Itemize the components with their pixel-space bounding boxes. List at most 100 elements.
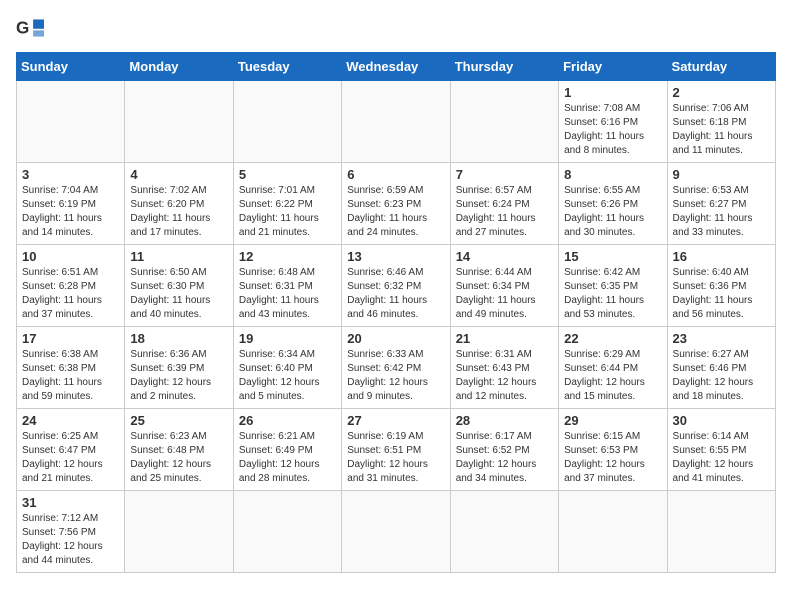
calendar-day-cell: 30Sunrise: 6:14 AM Sunset: 6:55 PM Dayli… — [667, 409, 775, 491]
day-of-week-header: Monday — [125, 53, 233, 81]
day-number: 28 — [456, 413, 553, 428]
day-info: Sunrise: 6:50 AM Sunset: 6:30 PM Dayligh… — [130, 266, 227, 322]
calendar-day-cell: 7 Sunrise: 6:57 AM Sunset: 6:24 PM Daylig… — [450, 163, 558, 245]
calendar-header-row: SundayMondayTuesdayWednesdayThursdayFrid… — [17, 53, 776, 81]
calendar-day-cell: 12 Sunrise: 6:48 AM Sunset: 6:31 PM Dayli… — [233, 245, 341, 327]
day-info: Sunrise: 6:40 AM Sunset: 6:36 PM Dayligh… — [673, 266, 770, 322]
logo-icon: G — [16, 16, 44, 40]
day-info: Sunrise: 7:04 AM Sunset: 6:19 PM Dayligh… — [22, 184, 119, 240]
day-info: Sunrise: 7:02 AM Sunset: 6:20 PM Dayligh… — [130, 184, 227, 240]
day-number: 21 — [456, 331, 553, 346]
calendar-day-cell: 13Sunrise: 6:46 AM Sunset: 6:32 PM Dayli… — [342, 245, 450, 327]
day-number: 12 — [239, 249, 336, 264]
calendar-day-cell: 23 Sunrise: 6:27 AM Sunset: 6:46 PM Dayli… — [667, 327, 775, 409]
day-number: 7 — [456, 167, 553, 182]
day-of-week-header: Wednesday — [342, 53, 450, 81]
day-number: 1 — [564, 85, 661, 100]
calendar-day-cell: 1 Sunrise: 7:08 AM Sunset: 6:16 PM Daylig… — [559, 81, 667, 163]
day-info: Sunrise: 6:57 AM Sunset: 6:24 PM Dayligh… — [456, 184, 553, 240]
day-info: Sunrise: 6:34 AM Sunset: 6:40 PM Dayligh… — [239, 348, 336, 404]
calendar-day-cell: 10 Sunrise: 6:51 AM Sunset: 6:28 PM Dayli… — [17, 245, 125, 327]
page-header: G — [16, 16, 776, 40]
day-number: 19 — [239, 331, 336, 346]
day-of-week-header: Sunday — [17, 53, 125, 81]
calendar-day-cell: 14Sunrise: 6:44 AM Sunset: 6:34 PM Dayli… — [450, 245, 558, 327]
day-info: Sunrise: 6:25 AM Sunset: 6:47 PM Dayligh… — [22, 430, 119, 486]
day-number: 6 — [347, 167, 444, 182]
calendar-day-cell: 16Sunrise: 6:40 AM Sunset: 6:36 PM Dayli… — [667, 245, 775, 327]
day-number: 8 — [564, 167, 661, 182]
day-of-week-header: Tuesday — [233, 53, 341, 81]
day-number: 26 — [239, 413, 336, 428]
day-info: Sunrise: 7:06 AM Sunset: 6:18 PM Dayligh… — [673, 102, 770, 158]
calendar-day-cell: 17 Sunrise: 6:38 AM Sunset: 6:38 PM Dayli… — [17, 327, 125, 409]
day-info: Sunrise: 6:46 AM Sunset: 6:32 PM Dayligh… — [347, 266, 444, 322]
day-number: 18 — [130, 331, 227, 346]
day-info: Sunrise: 6:55 AM Sunset: 6:26 PM Dayligh… — [564, 184, 661, 240]
calendar-day-cell: 11Sunrise: 6:50 AM Sunset: 6:30 PM Dayli… — [125, 245, 233, 327]
day-number: 17 — [22, 331, 119, 346]
day-number: 24 — [22, 413, 119, 428]
day-info: Sunrise: 7:01 AM Sunset: 6:22 PM Dayligh… — [239, 184, 336, 240]
day-info: Sunrise: 6:27 AM Sunset: 6:46 PM Dayligh… — [673, 348, 770, 404]
day-info: Sunrise: 6:38 AM Sunset: 6:38 PM Dayligh… — [22, 348, 119, 404]
day-info: Sunrise: 7:08 AM Sunset: 6:16 PM Dayligh… — [564, 102, 661, 158]
day-number: 5 — [239, 167, 336, 182]
calendar-day-cell — [342, 81, 450, 163]
calendar-day-cell: 26 Sunrise: 6:21 AM Sunset: 6:49 PM Dayli… — [233, 409, 341, 491]
calendar-table: SundayMondayTuesdayWednesdayThursdayFrid… — [16, 52, 776, 573]
day-info: Sunrise: 6:21 AM Sunset: 6:49 PM Dayligh… — [239, 430, 336, 486]
calendar-day-cell — [125, 81, 233, 163]
calendar-day-cell: 27Sunrise: 6:19 AM Sunset: 6:51 PM Dayli… — [342, 409, 450, 491]
day-number: 20 — [347, 331, 444, 346]
day-number: 3 — [22, 167, 119, 182]
day-info: Sunrise: 7:12 AM Sunset: 7:56 PM Dayligh… — [22, 512, 119, 568]
day-number: 10 — [22, 249, 119, 264]
day-info: Sunrise: 6:44 AM Sunset: 6:34 PM Dayligh… — [456, 266, 553, 322]
day-info: Sunrise: 6:33 AM Sunset: 6:42 PM Dayligh… — [347, 348, 444, 404]
calendar-day-cell: 4 Sunrise: 7:02 AM Sunset: 6:20 PM Daylig… — [125, 163, 233, 245]
calendar-day-cell: 15Sunrise: 6:42 AM Sunset: 6:35 PM Dayli… — [559, 245, 667, 327]
day-of-week-header: Saturday — [667, 53, 775, 81]
svg-text:G: G — [16, 18, 29, 37]
day-info: Sunrise: 6:53 AM Sunset: 6:27 PM Dayligh… — [673, 184, 770, 240]
day-info: Sunrise: 6:23 AM Sunset: 6:48 PM Dayligh… — [130, 430, 227, 486]
calendar-day-cell — [17, 81, 125, 163]
calendar-week-row: 3 Sunrise: 7:04 AM Sunset: 6:19 PM Daylig… — [17, 163, 776, 245]
day-info: Sunrise: 6:51 AM Sunset: 6:28 PM Dayligh… — [22, 266, 119, 322]
calendar-day-cell: 31 Sunrise: 7:12 AM Sunset: 7:56 PM Dayli… — [17, 491, 125, 573]
day-info: Sunrise: 6:17 AM Sunset: 6:52 PM Dayligh… — [456, 430, 553, 486]
logo: G — [16, 16, 48, 40]
day-info: Sunrise: 6:48 AM Sunset: 6:31 PM Dayligh… — [239, 266, 336, 322]
calendar-day-cell: 19 Sunrise: 6:34 AM Sunset: 6:40 PM Dayli… — [233, 327, 341, 409]
calendar-day-cell — [125, 491, 233, 573]
day-info: Sunrise: 6:42 AM Sunset: 6:35 PM Dayligh… — [564, 266, 661, 322]
day-number: 22 — [564, 331, 661, 346]
day-number: 30 — [673, 413, 770, 428]
day-number: 25 — [130, 413, 227, 428]
day-of-week-header: Thursday — [450, 53, 558, 81]
calendar-day-cell: 20 Sunrise: 6:33 AM Sunset: 6:42 PM Dayli… — [342, 327, 450, 409]
calendar-week-row: 10 Sunrise: 6:51 AM Sunset: 6:28 PM Dayli… — [17, 245, 776, 327]
day-number: 31 — [22, 495, 119, 510]
calendar-day-cell: 18Sunrise: 6:36 AM Sunset: 6:39 PM Dayli… — [125, 327, 233, 409]
calendar-week-row: 24 Sunrise: 6:25 AM Sunset: 6:47 PM Dayli… — [17, 409, 776, 491]
calendar-day-cell: 9 Sunrise: 6:53 AM Sunset: 6:27 PM Daylig… — [667, 163, 775, 245]
calendar-day-cell: 6Sunrise: 6:59 AM Sunset: 6:23 PM Daylig… — [342, 163, 450, 245]
day-number: 29 — [564, 413, 661, 428]
day-info: Sunrise: 6:19 AM Sunset: 6:51 PM Dayligh… — [347, 430, 444, 486]
day-number: 9 — [673, 167, 770, 182]
calendar-day-cell: 5 Sunrise: 7:01 AM Sunset: 6:22 PM Daylig… — [233, 163, 341, 245]
day-number: 23 — [673, 331, 770, 346]
calendar-day-cell: 29Sunrise: 6:15 AM Sunset: 6:53 PM Dayli… — [559, 409, 667, 491]
calendar-day-cell — [559, 491, 667, 573]
calendar-day-cell — [450, 81, 558, 163]
day-number: 2 — [673, 85, 770, 100]
calendar-day-cell — [233, 491, 341, 573]
day-number: 4 — [130, 167, 227, 182]
calendar-day-cell: 21 Sunrise: 6:31 AM Sunset: 6:43 PM Dayli… — [450, 327, 558, 409]
day-info: Sunrise: 6:29 AM Sunset: 6:44 PM Dayligh… — [564, 348, 661, 404]
calendar-day-cell — [233, 81, 341, 163]
day-info: Sunrise: 6:31 AM Sunset: 6:43 PM Dayligh… — [456, 348, 553, 404]
calendar-day-cell: 2 Sunrise: 7:06 AM Sunset: 6:18 PM Daylig… — [667, 81, 775, 163]
